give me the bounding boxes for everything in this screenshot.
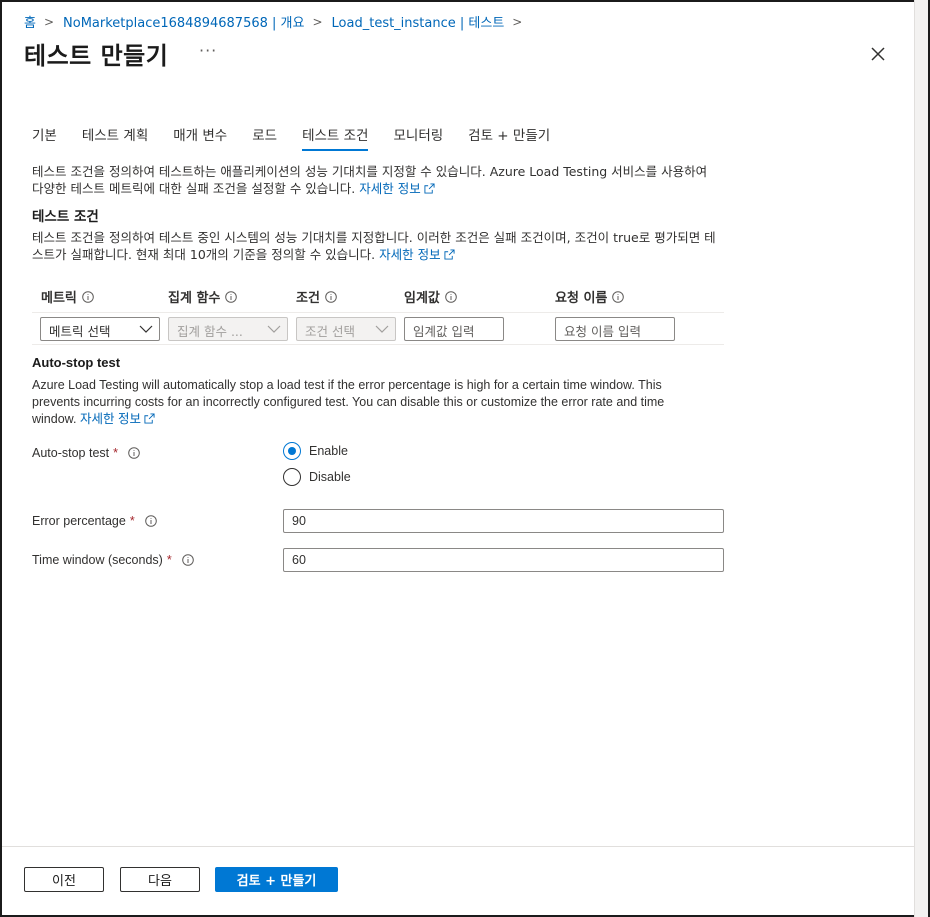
breadcrumb-chevron-icon: >	[312, 14, 323, 29]
column-header-condition: 조건	[296, 287, 337, 306]
request-name-input[interactable]: 요청 이름 입력	[555, 317, 675, 341]
close-icon[interactable]	[868, 44, 888, 64]
time-window-label: Time window (seconds) *	[32, 553, 194, 567]
chevron-down-icon	[375, 325, 389, 333]
auto-stop-heading: Auto-stop test	[32, 355, 121, 370]
tab-review-create[interactable]: 검토 + 만들기	[468, 124, 550, 152]
auto-stop-learn-more-link[interactable]: 자세한 정보	[80, 412, 155, 426]
grid-divider	[32, 312, 724, 313]
error-percentage-label: Error percentage *	[32, 514, 157, 528]
page-title: 테스트 만들기	[24, 42, 169, 70]
review-create-button[interactable]: 검토 + 만들기	[215, 867, 338, 892]
test-criteria-heading: 테스트 조건	[32, 209, 99, 225]
time-window-input[interactable]: 60	[283, 548, 724, 572]
tab-load[interactable]: 로드	[252, 124, 277, 152]
info-icon[interactable]	[325, 290, 337, 303]
radio-button-unchecked[interactable]	[283, 468, 301, 486]
info-icon[interactable]	[144, 515, 157, 527]
footer-divider	[2, 846, 914, 847]
breadcrumb-item-tests[interactable]: Load_test_instance | 테스트	[332, 12, 505, 31]
error-percentage-input[interactable]: 90	[283, 509, 724, 533]
info-icon[interactable]	[225, 290, 238, 303]
radio-button-checked[interactable]	[283, 442, 301, 460]
info-icon[interactable]	[128, 447, 140, 459]
column-header-metric: 메트릭	[41, 287, 94, 306]
test-criteria-description: 테스트 조건을 정의하여 테스트 중인 시스템의 성능 기대치를 지정합니다. …	[32, 230, 716, 262]
info-icon[interactable]	[445, 290, 457, 303]
aggregate-dropdown[interactable]: 집계 함수 ...	[168, 317, 288, 341]
grid-divider	[32, 344, 724, 345]
info-icon[interactable]	[82, 290, 94, 303]
radio-disable[interactable]: Disable	[283, 468, 351, 486]
auto-stop-field-label: Auto-stop test *	[32, 446, 140, 460]
breadcrumb: 홈 > NoMarketplace1684894687568 | 개요 > Lo…	[24, 12, 531, 32]
info-icon[interactable]	[181, 554, 194, 566]
breadcrumb-home[interactable]: 홈	[24, 12, 36, 31]
breadcrumb-chevron-icon: >	[43, 14, 55, 29]
column-header-request-name: 요청 이름	[555, 287, 625, 306]
next-button[interactable]: 다음	[120, 867, 200, 892]
breadcrumb-chevron-icon: >	[512, 14, 523, 29]
intro-description: 테스트 조건을 정의하여 테스트하는 애플리케이션의 성능 기대치를 지정할 수…	[32, 163, 722, 197]
column-header-threshold: 임계값	[404, 287, 457, 306]
breadcrumb-item-overview[interactable]: NoMarketplace1684894687568 | 개요	[63, 12, 304, 31]
tab-parameters[interactable]: 매개 변수	[173, 124, 227, 152]
tab-basics[interactable]: 기본	[32, 124, 57, 152]
more-options-icon[interactable]: ···	[199, 41, 217, 60]
tab-monitoring[interactable]: 모니터링	[393, 124, 443, 152]
column-header-aggregate: 집계 함수	[168, 287, 238, 306]
info-icon[interactable]	[612, 290, 625, 303]
tab-test-plan[interactable]: 테스트 계획	[82, 124, 148, 152]
tab-bar: 기본 테스트 계획 매개 변수 로드 테스트 조건 모니터링 검토 + 만들기	[32, 124, 575, 152]
previous-button[interactable]: 이전	[24, 867, 104, 892]
threshold-input[interactable]: 임계값 입력	[404, 317, 504, 341]
chevron-down-icon	[267, 325, 281, 333]
radio-enable[interactable]: Enable	[283, 442, 348, 460]
criteria-learn-more-link[interactable]: 자세한 정보	[379, 247, 455, 262]
metric-dropdown[interactable]: 메트릭 선택	[40, 317, 160, 341]
external-link-icon	[144, 413, 155, 424]
chevron-down-icon	[139, 325, 153, 333]
auto-stop-description: Azure Load Testing will automatically st…	[32, 378, 665, 426]
external-link-icon	[444, 249, 455, 260]
intro-learn-more-link[interactable]: 자세한 정보	[359, 181, 435, 196]
external-link-icon	[424, 183, 435, 194]
condition-dropdown[interactable]: 조건 선택	[296, 317, 396, 341]
tab-test-criteria[interactable]: 테스트 조건	[302, 124, 369, 152]
